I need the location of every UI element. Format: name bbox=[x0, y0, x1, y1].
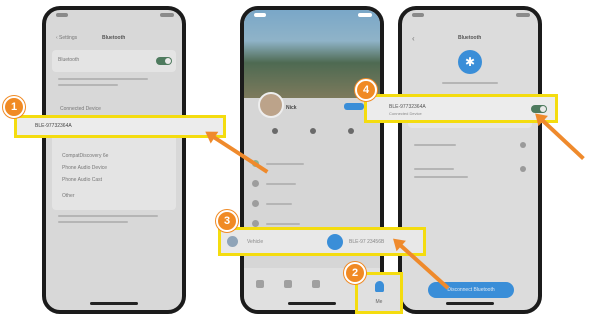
highlight-box-1: BLE-97732364A bbox=[14, 115, 226, 138]
step-badge-4: 4 bbox=[355, 79, 377, 101]
quick-icon-1[interactable] bbox=[272, 128, 278, 134]
bluetooth-toggle[interactable] bbox=[156, 57, 172, 65]
highlight-box-1-text: BLE-97732364A bbox=[35, 123, 72, 129]
quick-icon-3[interactable] bbox=[348, 128, 354, 134]
device-row-4[interactable]: Other bbox=[62, 193, 75, 199]
info-line bbox=[442, 82, 498, 84]
menu-icon-2 bbox=[252, 180, 259, 187]
vehicle-label: Vehicle bbox=[247, 239, 264, 245]
status-bar bbox=[402, 13, 538, 21]
nav-tab-2[interactable] bbox=[284, 280, 292, 288]
highlight-box-4-text: BLE-97732364A bbox=[389, 104, 426, 110]
option-line-3 bbox=[414, 176, 468, 178]
me-tab-label[interactable]: Me bbox=[358, 299, 400, 305]
home-indicator bbox=[90, 302, 138, 305]
phone-device-detail: ‹ Bluetooth ✱ BLE-97732364A Connected De… bbox=[398, 6, 542, 314]
step-badge-1: 1 bbox=[3, 96, 25, 118]
page-title: Bluetooth bbox=[102, 35, 126, 41]
vehicle-icon bbox=[227, 236, 238, 247]
profile-avatar[interactable] bbox=[258, 92, 284, 118]
profile-name: Nick bbox=[286, 105, 297, 111]
device-row-3[interactable]: Phone Audio Cast bbox=[62, 177, 102, 183]
menu-row-3[interactable] bbox=[250, 198, 374, 210]
page-title: Bluetooth bbox=[458, 35, 482, 41]
hint-line-2 bbox=[58, 84, 118, 86]
menu-row-1[interactable] bbox=[250, 158, 374, 170]
step-badge-3: 3 bbox=[216, 210, 238, 232]
connect-device-label[interactable]: BLE-97 23456B bbox=[349, 239, 384, 245]
highlight-box-4-sub: Connected Device bbox=[389, 111, 422, 116]
option-dot-2[interactable] bbox=[520, 166, 526, 172]
home-indicator bbox=[288, 302, 336, 305]
quick-icon-2[interactable] bbox=[310, 128, 316, 134]
step-badge-2: 2 bbox=[344, 262, 366, 284]
back-label[interactable]: ‹ Settings bbox=[56, 35, 77, 41]
nav-tab-3[interactable] bbox=[312, 280, 320, 288]
menu-icon-3 bbox=[252, 200, 259, 207]
menu-icon-4 bbox=[252, 220, 259, 227]
device-row-1[interactable]: CompatDiscovery 6e bbox=[62, 153, 108, 159]
connect-bluetooth-icon[interactable] bbox=[327, 234, 343, 250]
option-line-1 bbox=[414, 144, 456, 146]
me-tab-icon[interactable] bbox=[375, 281, 384, 292]
phone-bluetooth-settings: ‹ Settings Bluetooth Bluetooth Connected… bbox=[42, 6, 186, 314]
profile-edit-button[interactable] bbox=[344, 103, 364, 110]
bluetooth-toggle-label: Bluetooth bbox=[58, 57, 80, 63]
footer-line-2 bbox=[58, 221, 128, 223]
hint-line bbox=[58, 78, 148, 80]
arrow-pointer-4 bbox=[539, 117, 585, 161]
back-arrow-icon[interactable]: ‹ bbox=[412, 34, 415, 43]
bluetooth-icon: ✱ bbox=[458, 50, 482, 74]
status-bar bbox=[244, 13, 380, 21]
nav-tab-1[interactable] bbox=[256, 280, 264, 288]
quick-icons-row bbox=[244, 122, 380, 146]
footer-line bbox=[58, 215, 158, 217]
menu-row-2[interactable] bbox=[250, 178, 374, 190]
device-row-2[interactable]: Phone Audio Device bbox=[62, 165, 107, 171]
option-dot-1[interactable] bbox=[520, 142, 526, 148]
section-label: Connected Device bbox=[60, 106, 101, 112]
highlight-box-4: BLE-97732364A Connected Device bbox=[364, 94, 558, 123]
option-line-2 bbox=[414, 168, 454, 170]
disconnect-button-label: Disconnect Bluetooth bbox=[447, 287, 495, 293]
home-indicator bbox=[446, 302, 494, 305]
status-bar bbox=[46, 13, 182, 21]
